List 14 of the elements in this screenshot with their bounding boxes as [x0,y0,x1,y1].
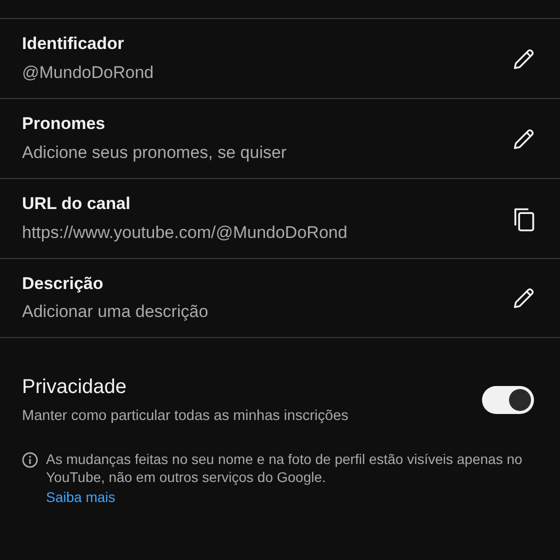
setting-description: Manter como particular todas as minhas inscrições [22,407,348,426]
field-value: Adicionar uma descrição [22,302,208,322]
info-icon [22,452,38,468]
field-value: https://www.youtube.com/@MundoDoRond [22,222,348,243]
field-label: Descrição [22,274,104,294]
field-label: URL do canal [22,194,132,214]
field-value: Adicione seus pronomes, se quiser [22,142,287,163]
field-value: @MundoDoRond [22,62,154,83]
field-label: Identificador [22,34,126,54]
toggle-switch[interactable] [482,386,534,414]
section-title: Privacidade [22,375,128,400]
info-text: As mudanças feitas no seu nome e na foto de perfil estão visíveis apenas no YouTube, não em outros serviços do Google. [46,450,524,486]
field-label: Pronomes [22,114,106,134]
learn-more-link[interactable]: Saiba mais [46,489,116,506]
